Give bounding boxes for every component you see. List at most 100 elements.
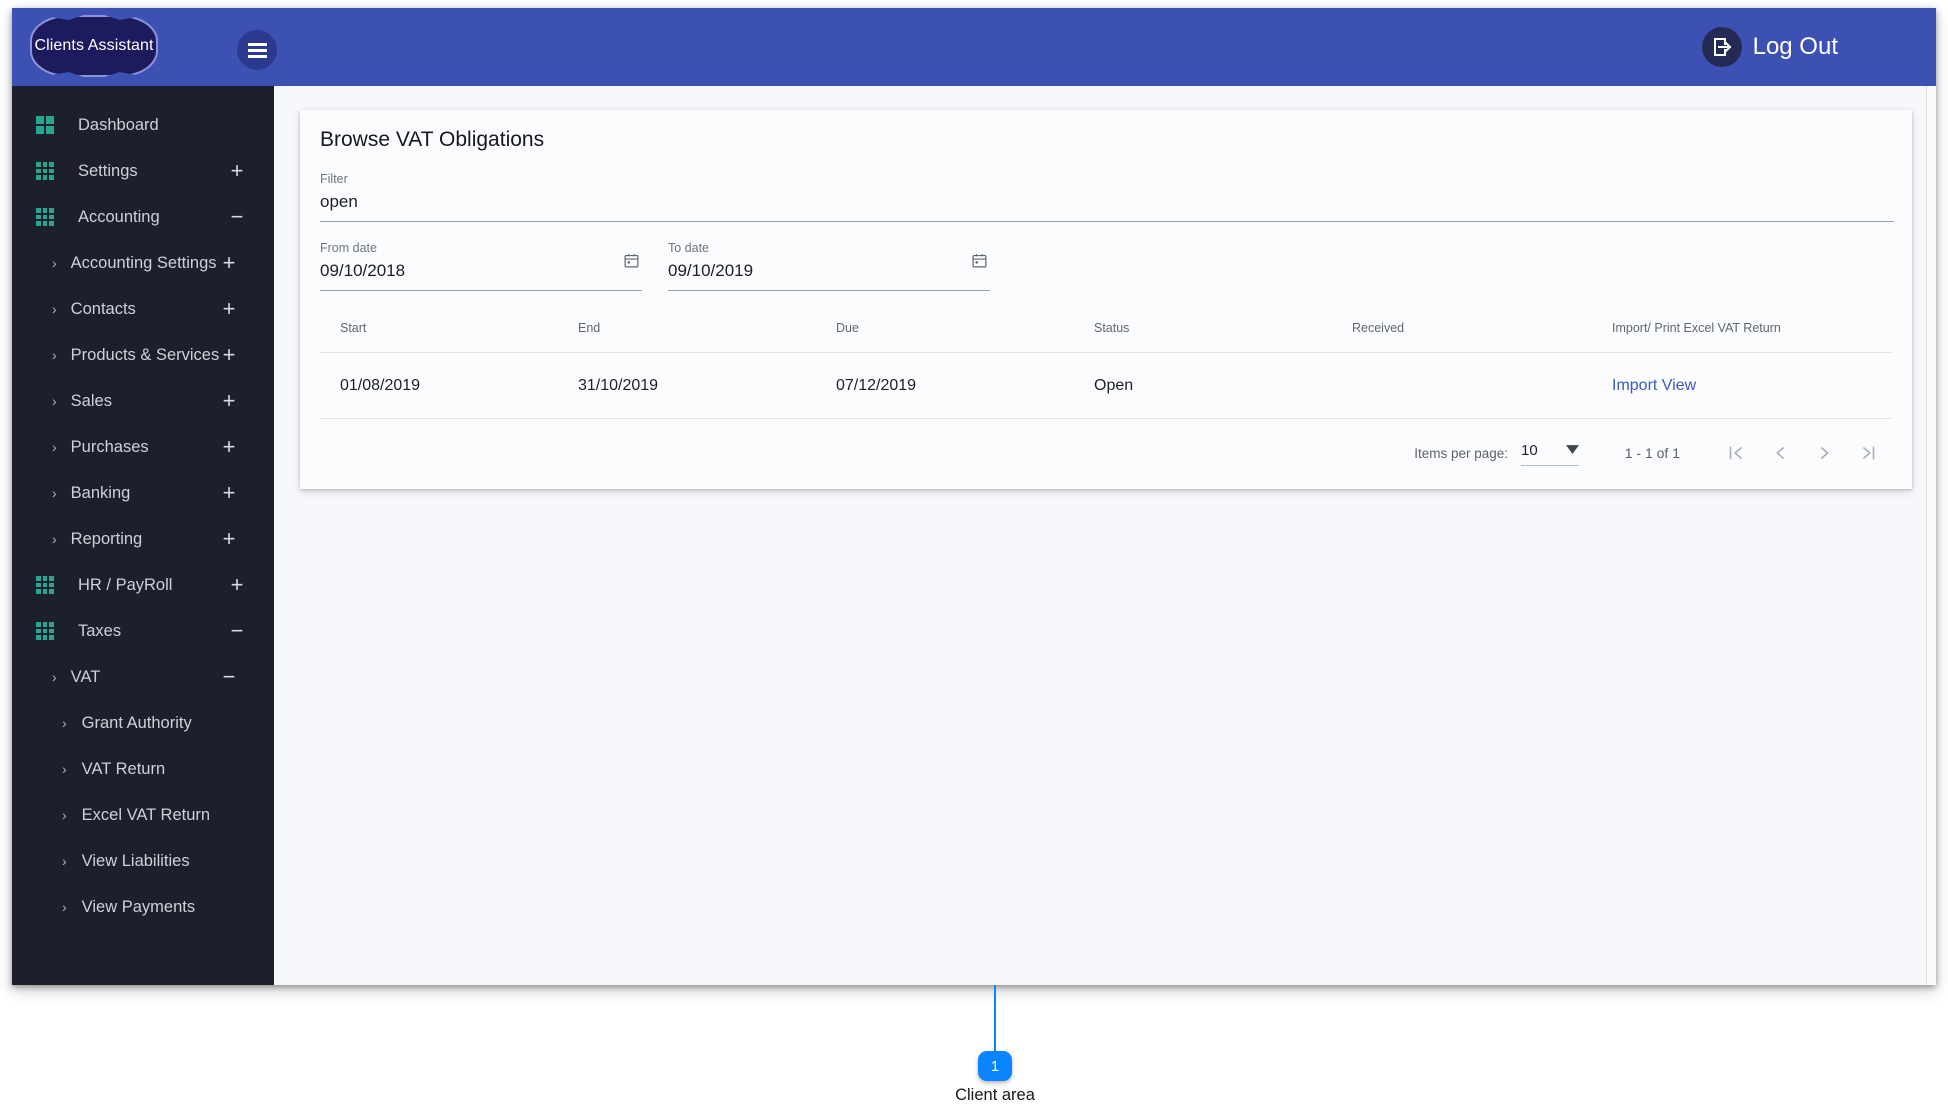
sidebar-item-label: View Liabilities xyxy=(81,851,190,870)
to-date-label: To date xyxy=(668,241,710,255)
sidebar-item-label: Contacts xyxy=(70,299,136,318)
from-date-label: From date xyxy=(320,241,377,255)
previous-page-icon[interactable] xyxy=(1758,431,1802,475)
filter-input[interactable]: open xyxy=(320,192,1894,212)
sidebar-item-label: Reporting xyxy=(70,529,143,548)
sidebar-item-label: Banking xyxy=(70,483,131,502)
collapse-icon[interactable]: − xyxy=(214,620,260,642)
expand-icon[interactable]: + xyxy=(206,344,252,366)
app-logo-text: Clients Assistant xyxy=(34,37,154,54)
grid-3x3-icon xyxy=(36,208,54,226)
next-page-icon[interactable] xyxy=(1802,431,1846,475)
expand-icon[interactable]: + xyxy=(206,436,252,458)
cell-start: 01/08/2019 xyxy=(320,352,578,419)
expand-icon[interactable]: + xyxy=(214,160,260,182)
hamburger-line xyxy=(247,54,267,58)
import-link[interactable]: Import xyxy=(1612,377,1657,394)
items-per-page-select[interactable]: 10 xyxy=(1521,441,1579,466)
sidebar-item-accounting[interactable]: Accounting − xyxy=(12,194,274,240)
column-header-due: Due xyxy=(836,321,1094,353)
chevron-right-icon: › xyxy=(62,715,67,731)
items-per-page-label: Items per page: xyxy=(1414,445,1509,461)
page-range-label: 1 - 1 of 1 xyxy=(1624,445,1680,461)
sidebar-item-vat[interactable]: › VAT − xyxy=(12,654,274,700)
from-date-underline xyxy=(320,290,642,291)
filter-field[interactable]: Filter open xyxy=(320,172,1894,222)
sidebar-item-label: View Payments xyxy=(81,897,196,916)
cell-status: Open xyxy=(1094,352,1352,419)
hamburger-line xyxy=(247,48,267,52)
browse-vat-obligations-card: Browse VAT Obligations Filter open From … xyxy=(300,110,1912,489)
logout-button[interactable]: Log Out xyxy=(1701,27,1838,67)
sidebar-item-view-payments[interactable]: › View Payments xyxy=(12,884,274,930)
column-header-received: Received xyxy=(1352,321,1612,353)
expand-icon[interactable]: + xyxy=(206,298,252,320)
sidebar-item-accounting-settings[interactable]: › Accounting Settings + xyxy=(12,240,274,286)
logout-arrow-icon xyxy=(1701,27,1742,67)
collapse-icon[interactable]: − xyxy=(206,666,252,688)
expand-icon[interactable]: + xyxy=(206,528,252,550)
chevron-right-icon: › xyxy=(52,531,57,547)
sidebar-item-products-services[interactable]: › Products & Services + xyxy=(12,332,274,378)
first-page-icon[interactable] xyxy=(1714,431,1758,475)
expand-icon[interactable]: + xyxy=(214,574,260,596)
to-date-underline xyxy=(668,290,990,291)
sidebar-item-settings[interactable]: Settings + xyxy=(12,148,274,194)
page-title: Browse VAT Obligations xyxy=(320,128,545,151)
cell-due: 07/12/2019 xyxy=(836,352,1094,419)
sidebar-item-view-liabilities[interactable]: › View Liabilities xyxy=(12,838,274,884)
view-link[interactable]: View xyxy=(1662,377,1696,394)
app-logo-badge[interactable]: Clients Assistant xyxy=(30,15,158,77)
date-range-row: From date 09/10/2018 To date 09/10/2019 xyxy=(320,241,1892,291)
column-header-actions: Import/ Print Excel VAT Return xyxy=(1612,321,1892,353)
to-date-input[interactable]: 09/10/2019 xyxy=(668,261,990,281)
sidebar-item-label: Products & Services xyxy=(70,345,220,364)
column-header-start: Start xyxy=(320,321,578,353)
calendar-icon[interactable] xyxy=(623,252,640,274)
chevron-right-icon: › xyxy=(62,853,67,869)
sidebar-item-purchases[interactable]: › Purchases + xyxy=(12,424,274,470)
sidebar-item-reporting[interactable]: › Reporting + xyxy=(12,516,274,562)
sidebar-item-banking[interactable]: › Banking + xyxy=(12,470,274,516)
sidebar-item-label: VAT Return xyxy=(81,759,166,778)
grid-3x3-icon xyxy=(36,162,54,180)
filter-underline xyxy=(320,221,1894,222)
sidebar-item-taxes[interactable]: Taxes − xyxy=(12,608,274,654)
sidebar-item-dashboard[interactable]: Dashboard xyxy=(12,102,274,148)
sidebar-item-label: Sales xyxy=(70,391,112,410)
to-date-field[interactable]: To date 09/10/2019 xyxy=(668,241,990,291)
sidebar-item-hr-payroll[interactable]: HR / PayRoll + xyxy=(12,562,274,608)
sidebar-item-excel-vat-return[interactable]: › Excel VAT Return xyxy=(12,792,274,838)
expand-icon[interactable]: + xyxy=(206,482,252,504)
callout-leader-line xyxy=(994,985,996,1055)
vat-obligations-table: Start End Due Status Received Import/ Pr… xyxy=(320,321,1892,419)
chevron-right-icon: › xyxy=(52,255,57,271)
from-date-input[interactable]: 09/10/2018 xyxy=(320,261,642,281)
sidebar-item-label: Settings xyxy=(78,161,138,180)
filter-label: Filter xyxy=(320,172,348,186)
items-per-page-value: 10 xyxy=(1521,441,1538,459)
chevron-right-icon: › xyxy=(52,301,57,317)
expand-icon[interactable]: + xyxy=(206,390,252,412)
last-page-icon[interactable] xyxy=(1846,431,1890,475)
calendar-icon[interactable] xyxy=(971,252,988,274)
hamburger-line xyxy=(247,42,267,46)
table-body: 01/08/2019 31/10/2019 07/12/2019 Open Import… xyxy=(320,352,1892,419)
sidebar-item-label: Taxes xyxy=(78,621,122,640)
table-row: 01/08/2019 31/10/2019 07/12/2019 Open Import… xyxy=(320,352,1892,419)
chevron-right-icon: › xyxy=(52,347,57,363)
hamburger-menu-icon[interactable] xyxy=(237,30,277,70)
from-date-field[interactable]: From date 09/10/2018 xyxy=(320,241,642,291)
sidebar-item-contacts[interactable]: › Contacts + xyxy=(12,286,274,332)
sidebar-item-grant-authority[interactable]: › Grant Authority xyxy=(12,700,274,746)
sidebar-item-vat-return[interactable]: › VAT Return xyxy=(12,746,274,792)
logout-label: Log Out xyxy=(1752,33,1838,60)
expand-icon[interactable]: + xyxy=(206,252,252,274)
collapse-icon[interactable]: − xyxy=(214,206,260,228)
sidebar-item-sales[interactable]: › Sales + xyxy=(12,378,274,424)
vertical-scrollbar[interactable] xyxy=(1926,86,1936,985)
sidebar-item-label: Grant Authority xyxy=(81,713,192,732)
chevron-right-icon: › xyxy=(52,485,57,501)
grid-3x3-icon xyxy=(36,622,54,640)
filter-form: Filter open From date 09/10/2018 To date… xyxy=(300,158,1912,419)
